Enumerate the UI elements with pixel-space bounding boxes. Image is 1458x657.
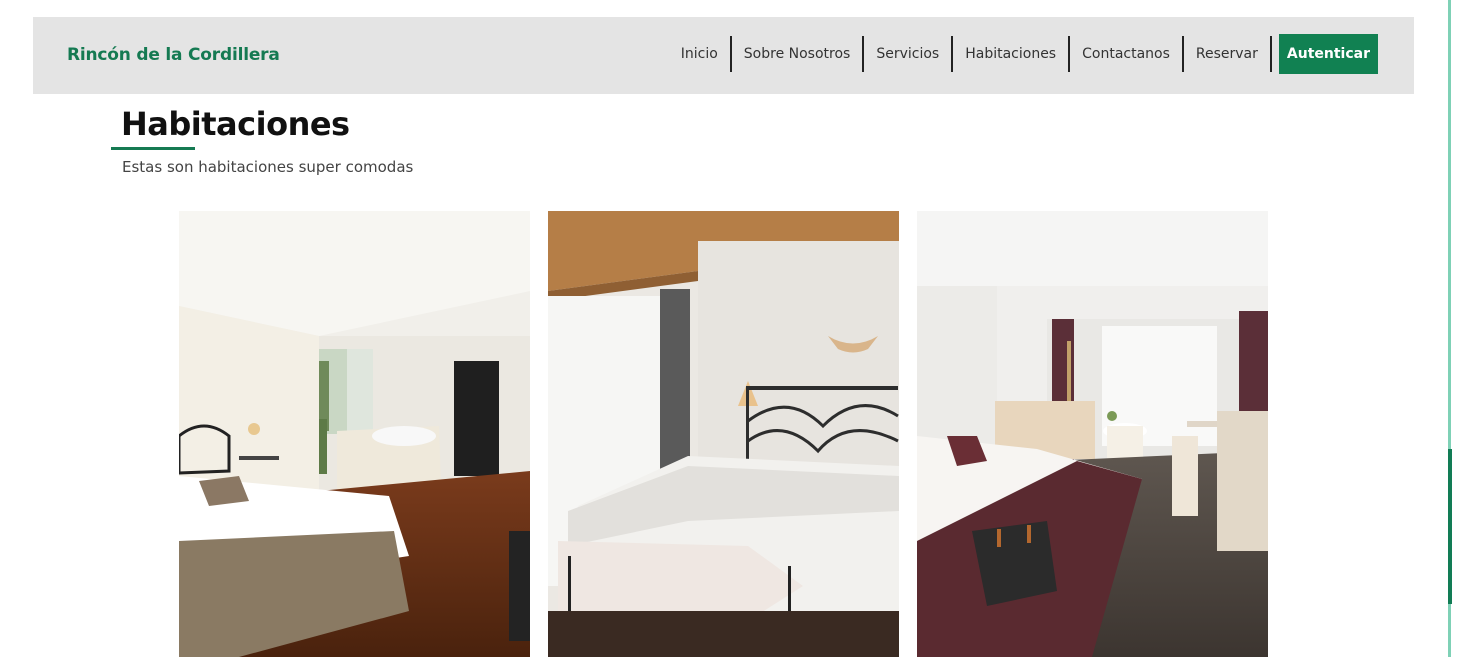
brand-logo-link[interactable]: Rincón de la Cordillera	[67, 45, 280, 65]
page-title: Habitaciones	[121, 105, 350, 143]
main-nav: Inicio Sobre Nosotros Servicios Habitaci…	[669, 34, 1378, 74]
page: Rincón de la Cordillera Inicio Sobre Nos…	[0, 0, 1458, 657]
nav-link-sobre-nosotros[interactable]: Sobre Nosotros	[732, 34, 863, 74]
nav-divider	[1269, 36, 1272, 72]
navbar: Rincón de la Cordillera Inicio Sobre Nos…	[33, 17, 1414, 94]
scrollbar-thumb[interactable]	[1448, 449, 1452, 604]
room-photo-bathtub	[179, 211, 530, 657]
nav-link-habitaciones[interactable]: Habitaciones	[953, 34, 1068, 74]
nav-link-servicios[interactable]: Servicios	[864, 34, 951, 74]
nav-link-contactanos[interactable]: Contactanos	[1070, 34, 1182, 74]
autenticar-button[interactable]: Autenticar	[1278, 34, 1378, 74]
title-underline	[111, 147, 195, 150]
page-subtitle: Estas son habitaciones super comodas	[122, 158, 414, 176]
room-photo-suite	[917, 211, 1268, 657]
nav-link-reservar[interactable]: Reservar	[1184, 34, 1270, 74]
room-photo-iron-bed	[548, 211, 899, 657]
nav-link-inicio[interactable]: Inicio	[669, 34, 730, 74]
